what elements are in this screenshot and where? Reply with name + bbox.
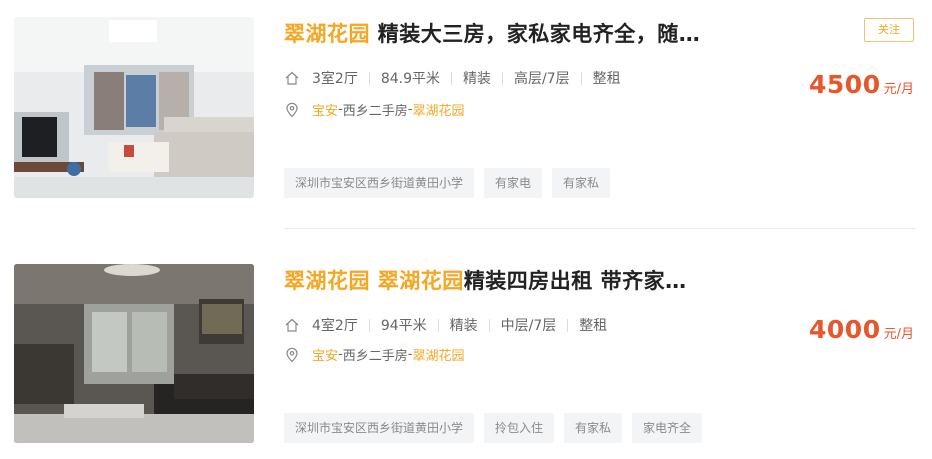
area-text: 94平米 [380,318,427,334]
title-text: 精装四房出租 带齐家… [463,269,687,293]
divider [567,318,569,332]
location-community-link[interactable]: 翠湖花园 [412,100,464,119]
title-text: 精装大三房，家私家电齐全，随… [370,22,701,46]
follow-button[interactable]: 关注 [864,18,914,42]
tag: 有家电 [484,168,543,198]
layout-text: 4室2厅 [312,318,358,334]
house-icon [284,317,300,333]
map-pin-icon [284,347,300,363]
divider [368,71,370,85]
listing-location: 宝安 - 西乡二手房 - 翠湖花园 [284,100,464,119]
layout-text: 3室2厅 [312,71,358,87]
listing-card[interactable]: 翠湖花园 翠湖花园精装四房出租 带齐家… 4室2厅 94平米 精装 中层/7层 … [0,245,932,445]
divider [502,71,503,85]
price: 4000 元/月 [809,315,914,344]
tag: 有家私 [552,168,611,198]
listing-title[interactable]: 翠湖花园 精装大三房，家私家电齐全，随… [284,18,700,48]
tag: 拎包入住 [484,413,555,443]
tag: 家电齐全 [632,413,703,443]
price-value: 4000 [809,315,881,344]
price: 4500 元/月 [809,70,914,99]
location-district-link[interactable]: 宝安 [312,345,338,364]
tag: 深圳市宝安区西乡街道黄田小学 [284,168,475,198]
price-unit: 元/月 [883,327,914,342]
listing-photo[interactable] [14,264,254,443]
location-area-link[interactable]: 西乡二手房 [343,345,408,364]
divider [451,71,452,85]
location-community-link[interactable]: 翠湖花园 [412,345,464,364]
rent-type-text: 整租 [579,318,608,334]
tag: 有家私 [564,413,623,443]
divider [580,71,582,85]
listing-photo[interactable] [14,17,254,198]
price-unit: 元/月 [883,82,914,97]
decoration-text: 精装 [449,318,478,334]
location-district-link[interactable]: 宝安 [312,100,338,119]
area-text: 84.9平米 [380,71,440,87]
title-community: 翠湖花园 翠湖花园 [284,269,464,293]
listing-card[interactable]: 翠湖花园 精装大三房，家私家电齐全，随… 3室2厅 84.9平米 精装 高层/7… [0,0,932,200]
tag-list: 深圳市宝安区西乡街道黄田小学 拎包入住 有家私 家电齐全 [284,413,703,443]
floor-text: 高层/7层 [514,71,570,87]
floor-text: 中层/7层 [500,318,557,334]
house-icon [284,70,300,86]
divider [488,318,490,332]
divider [368,318,370,332]
location-area-link[interactable]: 西乡二手房 [343,100,408,119]
listing-meta: 3室2厅 84.9平米 精装 高层/7层 整租 [284,68,621,88]
price-value: 4500 [809,70,881,99]
map-pin-icon [284,102,300,118]
listing-divider [284,228,916,229]
decoration-text: 精装 [463,71,491,87]
listing-location: 宝安 - 西乡二手房 - 翠湖花园 [284,345,464,364]
title-community: 翠湖花园 [284,22,370,46]
rent-type-text: 整租 [592,71,621,87]
listing-meta: 4室2厅 94平米 精装 中层/7层 整租 [284,315,607,335]
divider [437,318,439,332]
tag: 深圳市宝安区西乡街道黄田小学 [284,413,475,443]
tag-list: 深圳市宝安区西乡街道黄田小学 有家电 有家私 [284,168,611,198]
listing-title[interactable]: 翠湖花园 翠湖花园精装四房出租 带齐家… [284,265,687,295]
